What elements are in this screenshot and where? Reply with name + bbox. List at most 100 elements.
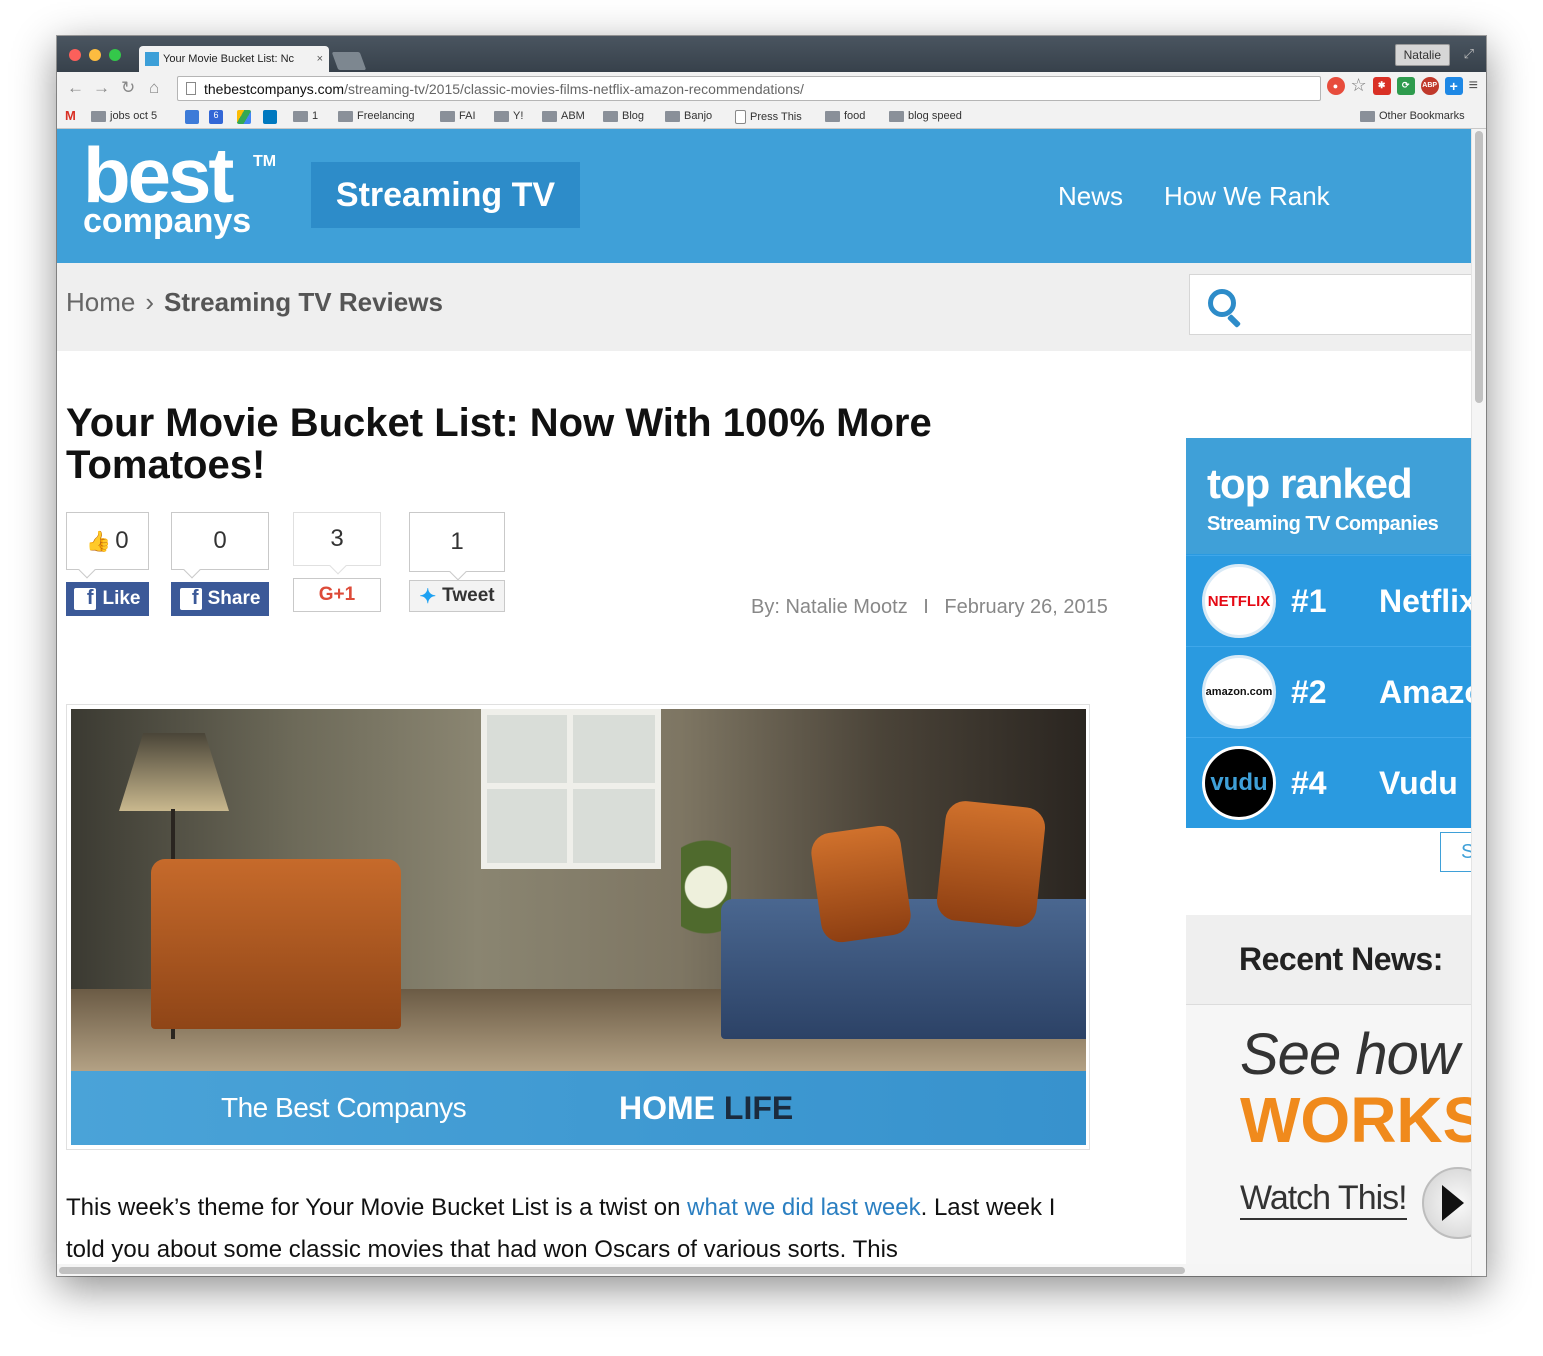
last-week-link[interactable]: what we did last week — [687, 1194, 920, 1221]
vertical-scrollbar[interactable] — [1471, 129, 1486, 1276]
adblock-icon[interactable]: ABP — [1420, 76, 1439, 95]
folder-icon — [440, 110, 455, 122]
breadcrumb: Home › Streaming TV Reviews — [66, 287, 443, 318]
reload-icon[interactable]: ↻ — [121, 78, 135, 98]
home-icon[interactable]: ⌂ — [149, 78, 159, 98]
menu-icon[interactable]: ≡ — [1469, 77, 1478, 95]
bookmark-food[interactable]: food — [825, 110, 865, 122]
bookmark-star-icon[interactable]: ☆ — [1351, 75, 1367, 96]
browser-tab-active[interactable]: Your Movie Bucket List: Nc × — [139, 46, 329, 72]
lastpass-icon[interactable]: ✱ — [1372, 76, 1391, 95]
hero-banner: The Best Companys HOME LIFE — [71, 1071, 1086, 1145]
address-bar[interactable]: thebestcompanys.com/streaming-tv/2015/cl… — [177, 76, 1321, 101]
tab-bar: Your Movie Bucket List: Nc × Natalie ⤢ — [57, 36, 1486, 72]
category-badge[interactable]: Streaming TV — [311, 162, 580, 228]
rank-row-amazon[interactable]: amazon.com #2 Amazon — [1186, 646, 1471, 737]
favicon-icon — [145, 52, 159, 66]
zoom-window-icon[interactable] — [109, 49, 121, 61]
logo-best: best — [83, 131, 234, 219]
gmail-icon[interactable]: M — [65, 108, 76, 123]
breadcrumb-bar: Home › Streaming TV Reviews — [57, 263, 1479, 351]
back-arrow-icon[interactable]: ← — [67, 78, 84, 98]
breadcrumb-current[interactable]: Streaming TV Reviews — [164, 287, 443, 318]
bookmark-1[interactable]: 1 — [293, 110, 318, 122]
breadcrumb-home[interactable]: Home — [66, 287, 135, 318]
bookmark-banjo[interactable]: Banjo — [665, 110, 712, 122]
ad-watch-link[interactable]: Watch This! — [1240, 1179, 1408, 1220]
close-window-icon[interactable] — [69, 49, 81, 61]
rank-number: #1 — [1291, 583, 1327, 619]
folder-icon — [603, 110, 618, 122]
site-header: best companys TM Streaming TV News How W… — [57, 129, 1471, 263]
living-room-photo: The Best Companys HOME LIFE — [71, 709, 1086, 1145]
share-count: 0 — [213, 527, 227, 554]
forward-arrow-icon[interactable]: → — [93, 78, 110, 98]
video-ad[interactable]: See how it WORKS Watch This! — [1186, 1005, 1471, 1276]
bookmark-drive[interactable] — [237, 110, 251, 124]
like-count: 0 — [115, 527, 129, 554]
gplus-count: 3 — [330, 525, 344, 552]
url-path: /streaming-tv/2015/classic-movies-films-… — [344, 80, 804, 97]
search-icon[interactable] — [1208, 289, 1236, 317]
bookmark-app-1[interactable] — [185, 110, 199, 124]
bookmark-calendar[interactable]: 6 — [209, 110, 223, 124]
page-viewport: best companys TM Streaming TV News How W… — [57, 129, 1486, 1276]
bookmark-blog[interactable]: Blog — [603, 110, 644, 122]
facebook-icon: f — [179, 587, 202, 610]
bookmark-press-this[interactable]: Press This — [735, 110, 802, 124]
extension-icons: ● ☆ ✱ ⟳ ABP + ≡ — [1326, 75, 1478, 96]
folder-icon — [665, 110, 680, 122]
bookmark-freelancing[interactable]: Freelancing — [338, 110, 414, 122]
bookmark-jobs[interactable]: jobs oct 5 — [91, 110, 157, 122]
nav-news[interactable]: News — [1058, 181, 1123, 212]
site-logo[interactable]: best companys TM — [83, 131, 276, 238]
page-icon — [186, 82, 196, 95]
play-icon[interactable] — [1422, 1167, 1471, 1239]
publish-date: February 26, 2015 — [944, 596, 1108, 618]
tab-close-icon[interactable]: × — [317, 53, 323, 65]
tweet-count: 1 — [450, 528, 464, 555]
other-bookmarks[interactable]: Other Bookmarks — [1360, 110, 1465, 122]
hero-banner-brand: The Best Companys — [221, 1092, 467, 1123]
search-input[interactable] — [1189, 274, 1479, 335]
rank-number: #4 — [1291, 765, 1327, 801]
bookmark-yahoo[interactable]: Y! — [494, 110, 523, 122]
thumbs-up-icon: 👍 — [86, 530, 112, 553]
sync-extension-icon[interactable]: ⟳ — [1396, 76, 1415, 95]
top-ranked-title: top ranked — [1207, 460, 1413, 507]
horizontal-scroll-thumb[interactable] — [59, 1267, 1185, 1274]
profile-button[interactable]: Natalie — [1394, 44, 1450, 66]
new-tab-button[interactable] — [331, 52, 367, 70]
top-ranked-panel: top ranked Streaming TV Companies NETFLI… — [1186, 438, 1471, 828]
add-extension-icon[interactable]: + — [1444, 76, 1463, 95]
share-button[interactable]: f Share — [171, 582, 269, 616]
folder-icon — [542, 110, 557, 122]
tweet-button[interactable]: ✦ Tweet — [409, 580, 505, 612]
gplus-button[interactable]: G+1 — [293, 578, 381, 612]
rank-row-netflix[interactable]: NETFLIX #1 Netflix — [1186, 555, 1471, 646]
folder-icon — [889, 110, 904, 122]
nav-how-we-rank[interactable]: How We Rank — [1164, 181, 1330, 212]
fullscreen-icon[interactable]: ⤢ — [1464, 46, 1474, 62]
vertical-scroll-thumb[interactable] — [1475, 131, 1483, 403]
stop-extension-icon[interactable]: ● — [1326, 76, 1345, 95]
browser-window: Your Movie Bucket List: Nc × Natalie ⤢ ←… — [57, 36, 1486, 1276]
hero-image: The Best Companys HOME LIFE — [66, 704, 1090, 1150]
facebook-like-widget: 👍 0 f Like — [66, 512, 149, 616]
horizontal-scrollbar[interactable] — [57, 1264, 1471, 1276]
tweet-count-box: 1 — [409, 512, 505, 581]
folder-icon — [825, 110, 840, 122]
bookmark-abm[interactable]: ABM — [542, 110, 585, 122]
rank-row-vudu[interactable]: vudu #4 Vudu — [1186, 737, 1471, 828]
hero-banner-section: HOME LIFE — [619, 1090, 794, 1126]
rank-number: #2 — [1291, 674, 1327, 710]
app-icon — [185, 110, 199, 124]
minimize-window-icon[interactable] — [89, 49, 101, 61]
author[interactable]: By: Natalie Mootz — [751, 596, 908, 618]
bookmark-fai[interactable]: FAI — [440, 110, 476, 122]
folder-icon — [91, 110, 106, 122]
bookmark-blog-speed[interactable]: blog speed — [889, 110, 962, 122]
facebook-icon: f — [74, 587, 97, 610]
like-button[interactable]: f Like — [66, 582, 149, 616]
bookmark-trello[interactable] — [263, 110, 277, 124]
